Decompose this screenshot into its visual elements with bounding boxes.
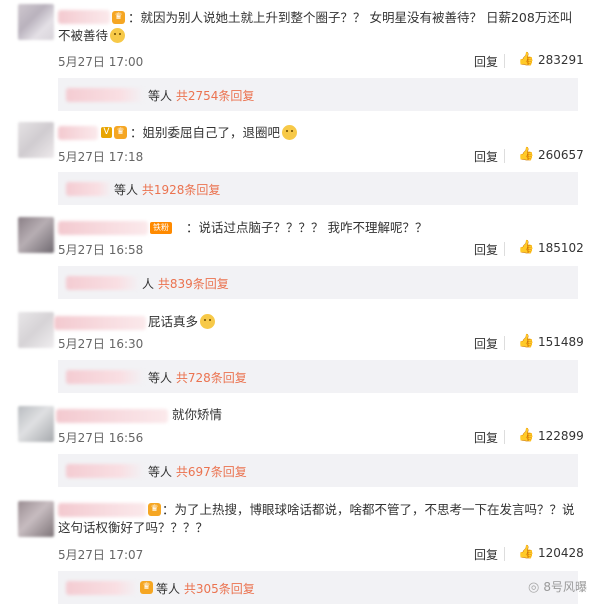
thumbs-up-icon[interactable]: 👍 (518, 240, 534, 255)
like-count: 283291 (538, 53, 584, 67)
comment-time: 5月27日 17:00 (58, 55, 144, 69)
thumbs-up-icon[interactable]: 👍 (518, 147, 534, 162)
like-count: 122899 (538, 429, 584, 443)
reply-count-link[interactable]: 共839条回复 (158, 277, 229, 291)
divider (504, 242, 505, 256)
reply-users-label: 等人 (156, 582, 181, 596)
reply-users-label: 等人 (148, 89, 173, 103)
reply-users-label: 等人 (148, 465, 173, 479)
reply-count-link[interactable]: 共1928条回复 (142, 183, 221, 197)
like-count: 120428 (538, 546, 584, 560)
avatar[interactable] (18, 122, 54, 158)
thumbs-up-icon[interactable]: 👍 (518, 334, 534, 349)
replies-summary[interactable]: ♛ 等人 共305条回复 (58, 571, 578, 604)
comment-time: 5月27日 16:56 (58, 431, 144, 445)
replies-summary[interactable]: 等人 共1928条回复 (58, 172, 578, 205)
reply-users-blurred (66, 581, 138, 595)
comment-time: 5月27日 16:30 (58, 337, 144, 351)
comment-time: 5月27日 17:07 (58, 548, 144, 562)
divider (504, 54, 505, 68)
reply-count-link[interactable]: 共728条回复 (176, 371, 247, 385)
reply-users-blurred (66, 276, 140, 290)
reply-button[interactable]: 回复 (474, 335, 498, 352)
thumbs-up-icon[interactable]: 👍 (518, 52, 534, 67)
replies-summary[interactable]: 人 共839条回复 (58, 266, 578, 299)
reply-count-link[interactable]: 共2754条回复 (176, 89, 255, 103)
emoji-icon (200, 314, 216, 329)
comment-text: ：就因为别人说她土就上升到整个圈子？？ 女明星没有被善待？ 日薪208万还叫不被… (58, 10, 573, 43)
replies-summary[interactable]: 等人 共2754条回复 (58, 78, 578, 111)
wechat-icon: ◎ (528, 580, 540, 595)
reply-users-blurred (66, 182, 112, 196)
reply-button[interactable]: 回复 (474, 148, 498, 165)
emoji-icon (282, 125, 298, 140)
replies-summary[interactable]: 等人 共697条回复 (58, 454, 578, 487)
watermark-text: 8号风曝 (543, 580, 587, 594)
watermark: ◎ 8号风曝 (528, 578, 587, 595)
replies-summary[interactable]: 等人 共728条回复 (58, 360, 578, 393)
avatar[interactable] (18, 4, 54, 40)
reply-users-blurred (66, 370, 144, 384)
divider (504, 149, 505, 163)
reply-users-label: 人 (142, 277, 155, 291)
reply-users-label: 等人 (114, 183, 139, 197)
avatar[interactable] (18, 217, 54, 253)
like-count: 260657 (538, 148, 584, 162)
divider (504, 430, 505, 444)
member-badge-icon: ♛ (140, 581, 153, 594)
emoji-icon (110, 28, 126, 43)
thumbs-up-icon[interactable]: 👍 (518, 428, 534, 443)
reply-users-label: 等人 (148, 371, 173, 385)
avatar[interactable] (18, 501, 54, 537)
avatar[interactable] (18, 406, 54, 442)
divider (504, 336, 505, 350)
comment-text: 屁话真多 (58, 313, 579, 331)
reply-button[interactable]: 回复 (474, 546, 498, 563)
comment-text: ：姐别委屈自己了，退圈吧 (58, 124, 579, 142)
comment-text: ：说话过点脑子？？？？ 我咋不理解呢？？ (186, 220, 428, 235)
reply-users-blurred (66, 88, 144, 102)
reply-count-link[interactable]: 共305条回复 (184, 582, 255, 596)
comment-text: ：为了上热搜，博眼球啥话都说，啥都不管了，不思考一下在发言吗？？说这句话权衡好了… (58, 502, 575, 535)
divider (504, 547, 505, 561)
thumbs-up-icon[interactable]: 👍 (518, 545, 534, 560)
reply-users-blurred (66, 464, 144, 478)
like-count: 185102 (538, 241, 584, 255)
reply-button[interactable]: 回复 (474, 53, 498, 70)
reply-button[interactable]: 回复 (474, 241, 498, 258)
comment-time: 5月27日 17:18 (58, 150, 144, 164)
comment-time: 5月27日 16:58 (58, 243, 144, 257)
like-count: 151489 (538, 335, 584, 349)
comment-text: 就你矫情 (172, 407, 223, 422)
reply-count-link[interactable]: 共697条回复 (176, 465, 247, 479)
reply-button[interactable]: 回复 (474, 429, 498, 446)
avatar[interactable] (18, 312, 54, 348)
